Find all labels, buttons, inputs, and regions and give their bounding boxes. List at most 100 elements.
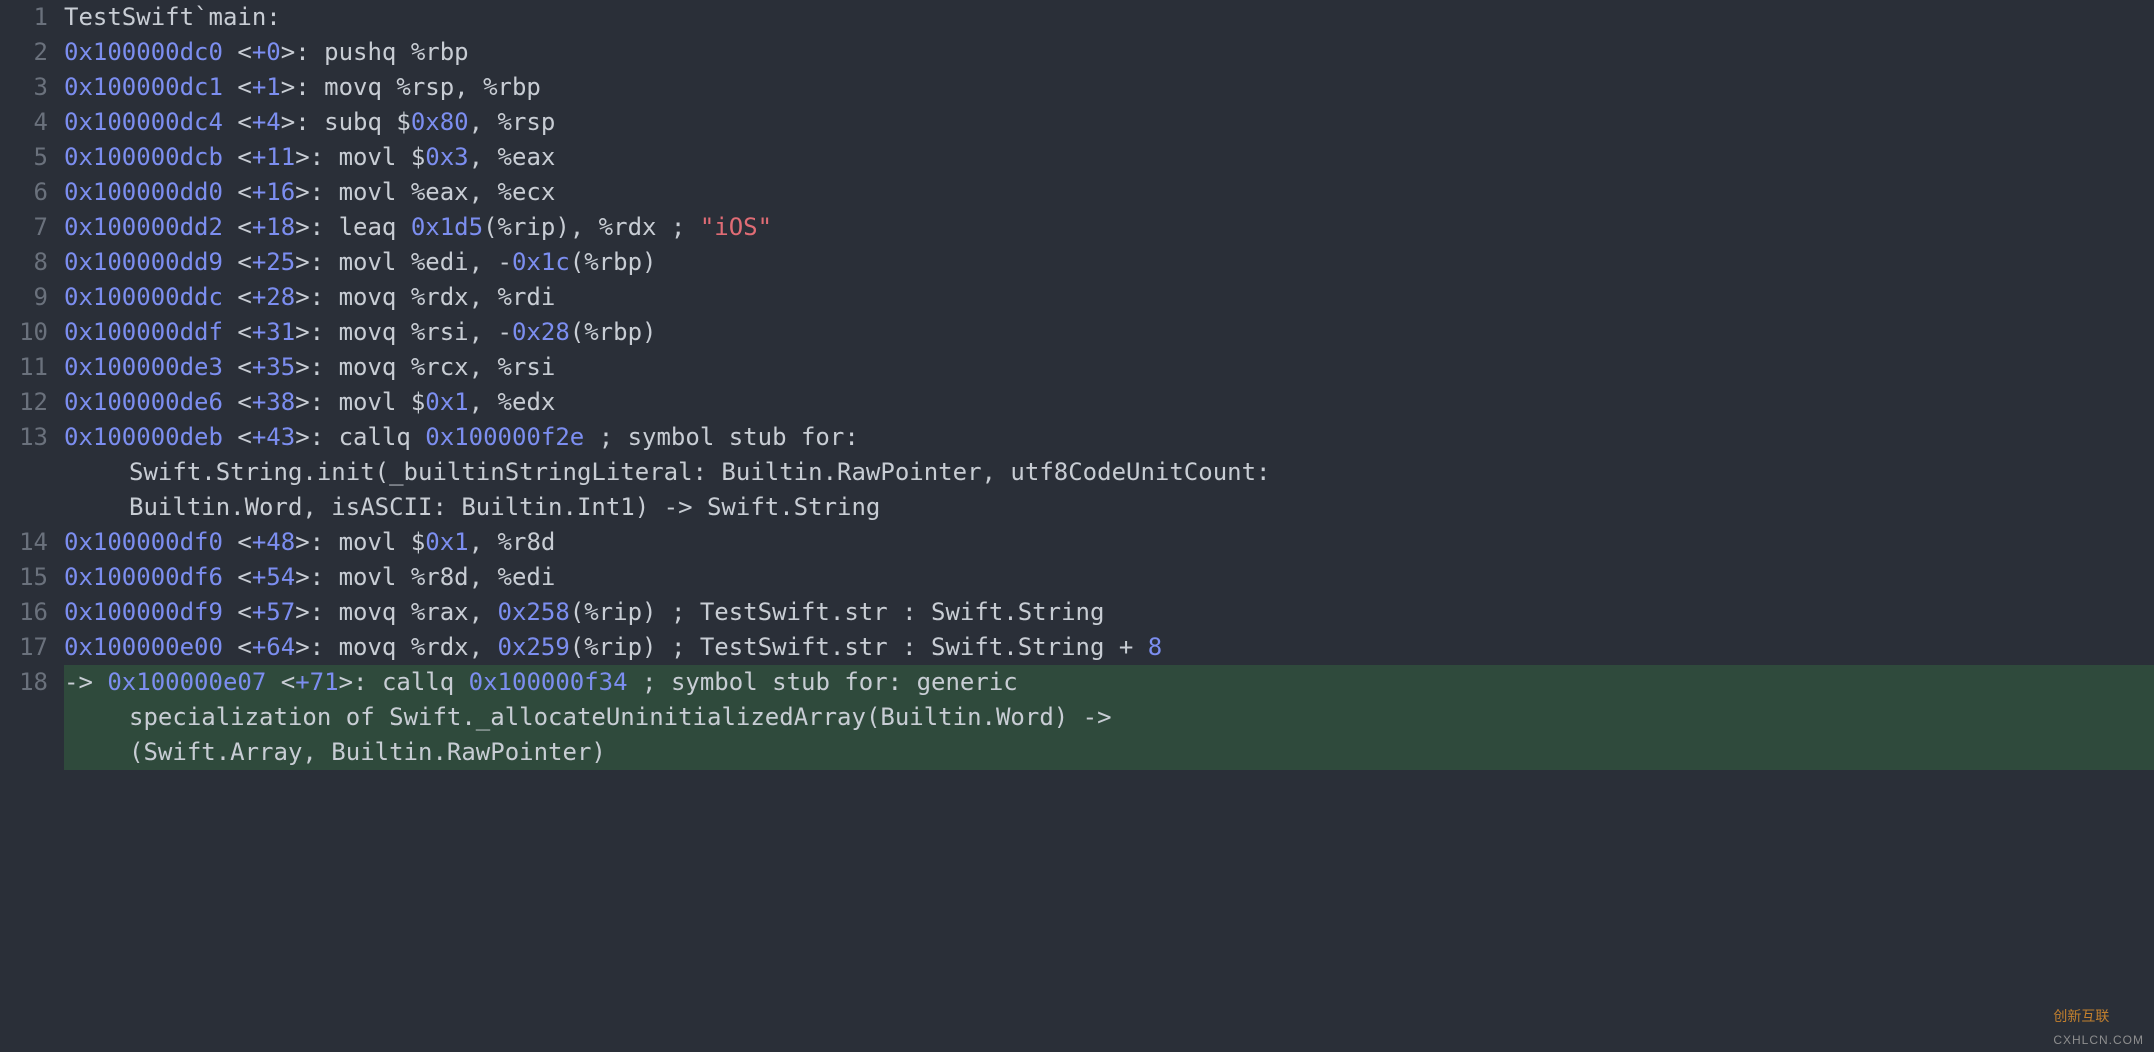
disasm-header[interactable]: TestSwift`main: [64,0,2154,35]
line-number: 18 [0,665,48,700]
disasm-line[interactable]: 0x100000dcb <+11>: movl $0x3, %eax [64,140,2154,175]
comment-continuation: (Swift.Array, Builtin.RawPointer) [129,738,606,766]
offset-open: < [223,143,252,171]
comment: ; [671,213,700,241]
comment: ; symbol stub for: [599,423,859,451]
offset: +54 [252,563,295,591]
disasm-line[interactable]: 0x100000de3 <+35>: movq %rcx, %rsi [64,350,2154,385]
line-number: 15 [0,560,48,595]
mnemonic: movl [339,528,411,556]
offset-open: < [223,353,252,381]
disasm-line[interactable]: 0x100000dc1 <+1>: movq %rsp, %rbp [64,70,2154,105]
code-editor: 123456789101112131415161718 TestSwift`ma… [0,0,2154,770]
disasm-continuation: (Swift.Array, Builtin.RawPointer) [64,735,2154,770]
operand-txt: (%rip) [570,633,657,661]
operand-txt: %rdx, %rdi [411,283,556,311]
disasm-continuation: Swift.String.init(_builtinStringLiteral:… [64,455,2154,490]
operand-num: 0x258 [498,598,570,626]
disasm-line[interactable]: 0x100000ddc <+28>: movq %rdx, %rdi [64,280,2154,315]
line-number: 5 [0,140,48,175]
offset-close: >: [281,108,310,136]
operand-num: 0x1c [512,248,570,276]
comment-number: 8 [1148,633,1162,661]
disasm-line[interactable]: 0x100000dc4 <+4>: subq $0x80, %rsp [64,105,2154,140]
disasm-line[interactable]: 0x100000dd9 <+25>: movl %edi, -0x1c(%rbp… [64,245,2154,280]
disasm-line[interactable]: 0x100000de6 <+38>: movl $0x1, %edx [64,385,2154,420]
offset-close: >: [295,213,324,241]
offset-open: < [223,423,252,451]
offset-close: >: [295,633,324,661]
comment: ; TestSwift.str : Swift.String [671,598,1104,626]
line-number: 11 [0,350,48,385]
disasm-line[interactable]: 0x100000df6 <+54>: movl %r8d, %edi [64,560,2154,595]
mnemonic: movl [339,563,411,591]
mnemonic: callq [339,423,426,451]
offset-open: < [266,668,295,696]
line-number: 3 [0,70,48,105]
offset: +57 [252,598,295,626]
operand-num: 0x28 [512,318,570,346]
offset-close: >: [295,178,324,206]
line-number: 6 [0,175,48,210]
address: 0x100000dc1 [64,73,223,101]
mnemonic: leaq [339,213,411,241]
operand-txt: %rdx, [411,633,498,661]
offset-open: < [223,213,252,241]
line-number: 1 [0,0,48,35]
line-number [0,455,48,490]
offset: +25 [252,248,295,276]
operand-num: 0x80 [411,108,469,136]
mnemonic: movl [339,143,411,171]
disasm-line[interactable]: 0x100000ddf <+31>: movq %rsi, -0x28(%rbp… [64,315,2154,350]
disasm-line[interactable]: -> 0x100000e07 <+71>: callq 0x100000f34 … [64,665,2154,700]
disasm-line[interactable]: 0x100000dd2 <+18>: leaq 0x1d5(%rip), %rd… [64,210,2154,245]
address: 0x100000dd0 [64,178,223,206]
line-number [0,490,48,525]
address: 0x100000e00 [64,633,223,661]
offset-close: >: [295,563,324,591]
disasm-line[interactable]: 0x100000df0 <+48>: movl $0x1, %r8d [64,525,2154,560]
mnemonic: movq [339,283,411,311]
operand-txt: %rbp [411,38,469,66]
operand-txt: $ [396,108,410,136]
line-number: 13 [0,420,48,455]
line-number: 12 [0,385,48,420]
disasm-line[interactable]: 0x100000deb <+43>: callq 0x100000f2e ; s… [64,420,2154,455]
comment: ; TestSwift.str : Swift.String + [671,633,1148,661]
disassembly-view[interactable]: TestSwift`main: 0x100000dc0 <+0>: pushq … [58,0,2154,770]
line-number: 2 [0,35,48,70]
disasm-line[interactable]: 0x100000dd0 <+16>: movl %eax, %ecx [64,175,2154,210]
offset-open: < [223,388,252,416]
offset-close: >: [295,388,324,416]
operand-txt: %r8d, %edi [411,563,556,591]
offset: +0 [252,38,281,66]
watermark-sub: CXHLCN.COM [2053,1034,2144,1046]
offset-open: < [223,318,252,346]
mnemonic: movl [339,248,411,276]
operand-num: 0x100000f34 [469,668,628,696]
line-number: 9 [0,280,48,315]
operand-txt: , %edx [469,388,556,416]
disasm-line[interactable]: 0x100000e00 <+64>: movq %rdx, 0x259(%rip… [64,630,2154,665]
operand-txt: , %eax [469,143,556,171]
offset-open: < [223,633,252,661]
address: 0x100000df0 [64,528,223,556]
watermark-logo: 创新互联 CXHLCN.COM [2053,999,2144,1046]
offset-close: >: [295,318,324,346]
address: 0x100000dd9 [64,248,223,276]
offset-close: >: [295,283,324,311]
mnemonic: pushq [324,38,411,66]
offset-close: >: [295,528,324,556]
comment: ; symbol stub for: generic [642,668,1018,696]
disasm-line[interactable]: 0x100000dc0 <+0>: pushq %rbp [64,35,2154,70]
operand-txt: (%rbp) [570,248,657,276]
line-number: 8 [0,245,48,280]
line-number: 17 [0,630,48,665]
disasm-continuation: Builtin.Word, isASCII: Builtin.Int1) -> … [64,490,2154,525]
operand-num: 0x3 [425,143,468,171]
line-number: 10 [0,315,48,350]
address: 0x100000ddc [64,283,223,311]
disasm-line[interactable]: 0x100000df9 <+57>: movq %rax, 0x258(%rip… [64,595,2154,630]
offset-close: >: [339,668,368,696]
line-number-gutter: 123456789101112131415161718 [0,0,58,770]
